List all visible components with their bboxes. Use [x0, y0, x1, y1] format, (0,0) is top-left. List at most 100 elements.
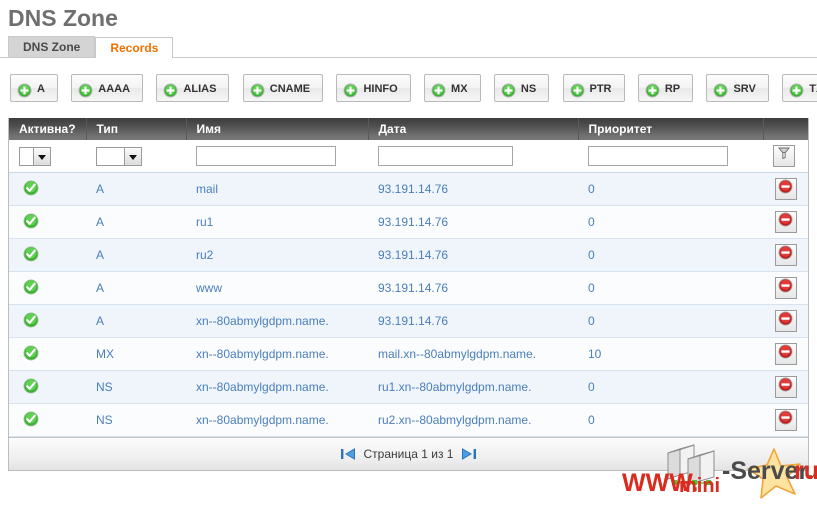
row-actions-cell	[763, 271, 808, 305]
row-name-cell[interactable]: xn--80abmylgdpm.name.	[186, 337, 368, 371]
delete-row-button[interactable]	[774, 310, 797, 332]
tab-records[interactable]: Records	[95, 37, 174, 58]
plus-circle-icon	[163, 81, 178, 98]
add-record-mx-button[interactable]: MX	[424, 74, 481, 102]
row-date-cell[interactable]: 93.191.14.76	[368, 205, 578, 239]
table-row[interactable]: NS xn--80abmylgdpm.name. ru2.xn--80abmyl…	[9, 403, 808, 437]
add-record-rp-label: RP	[664, 82, 681, 95]
filter-row	[9, 140, 808, 173]
row-type-cell: A	[86, 205, 186, 239]
add-record-txt-button[interactable]: TXT	[782, 74, 817, 102]
row-actions-cell	[763, 403, 808, 437]
add-record-ptr-label: PTR	[589, 82, 612, 95]
column-header-type[interactable]: Тип	[86, 118, 187, 140]
record-type-toolbar: A AAAA ALIAS CNAME HINFO MX NS PTR RP SR…	[0, 58, 817, 102]
row-type-cell: A	[86, 172, 186, 206]
green-check-icon	[23, 411, 39, 430]
add-record-a-label: A	[37, 82, 45, 95]
row-name-cell[interactable]: www	[186, 271, 368, 305]
row-name-cell[interactable]: xn--80abmylgdpm.name.	[186, 370, 368, 404]
filter-priority-input[interactable]	[588, 146, 728, 166]
row-active-cell[interactable]	[9, 271, 86, 305]
delete-row-button[interactable]	[774, 409, 797, 431]
plus-circle-icon	[343, 81, 358, 98]
column-header-active[interactable]: Активна?	[9, 118, 87, 140]
row-active-cell[interactable]	[9, 337, 86, 371]
add-record-ptr-button[interactable]: PTR	[562, 74, 625, 102]
row-date-cell[interactable]: 93.191.14.76	[368, 271, 578, 305]
filter-type-select[interactable]	[96, 146, 142, 166]
filter-name-input[interactable]	[196, 146, 336, 166]
column-header-name[interactable]: Имя	[186, 118, 369, 140]
table-row[interactable]: NS xn--80abmylgdpm.name. ru1.xn--80abmyl…	[9, 370, 808, 404]
red-deny-icon	[778, 311, 793, 332]
row-date-cell[interactable]: ru2.xn--80abmylgdpm.name.	[368, 403, 578, 437]
delete-row-button[interactable]	[774, 178, 797, 200]
delete-row-button[interactable]	[774, 211, 797, 233]
add-record-cname-button[interactable]: CNAME	[242, 74, 324, 102]
row-name-cell[interactable]: xn--80abmylgdpm.name.	[186, 304, 368, 338]
records-grid: Активна? Тип Имя Дата Приоритет A mail 9…	[8, 118, 809, 471]
funnel-filter-icon[interactable]	[773, 145, 795, 167]
row-name-cell[interactable]: mail	[186, 172, 368, 206]
add-record-ns-button[interactable]: NS	[493, 74, 550, 102]
row-type-cell: MX	[86, 337, 186, 371]
green-check-icon	[23, 279, 39, 298]
table-row[interactable]: A mail 93.191.14.76 0	[9, 172, 808, 206]
add-record-srv-button[interactable]: SRV	[706, 74, 769, 102]
table-row[interactable]: MX xn--80abmylgdpm.name. mail.xn--80abmy…	[9, 337, 808, 371]
row-type-cell: A	[86, 271, 186, 305]
filter-cell-name	[186, 140, 368, 173]
table-row[interactable]: A ru1 93.191.14.76 0	[9, 205, 808, 239]
filter-date-input[interactable]	[378, 146, 513, 166]
row-date-cell[interactable]: mail.xn--80abmylgdpm.name.	[368, 337, 578, 371]
table-row[interactable]: A ru2 93.191.14.76 0	[9, 238, 808, 272]
filter-cell-priority	[578, 140, 763, 173]
table-row[interactable]: A xn--80abmylgdpm.name. 93.191.14.76 0	[9, 304, 808, 338]
row-actions-cell	[763, 238, 808, 272]
row-date-cell[interactable]: 93.191.14.76	[368, 304, 578, 338]
column-header-date[interactable]: Дата	[368, 118, 579, 140]
plus-circle-icon	[78, 81, 93, 98]
row-actions-cell	[763, 337, 808, 371]
row-active-cell[interactable]	[9, 205, 86, 239]
row-active-cell[interactable]	[9, 304, 86, 338]
row-priority-cell: 0	[578, 205, 763, 239]
delete-row-button[interactable]	[774, 343, 797, 365]
row-name-cell[interactable]: xn--80abmylgdpm.name.	[186, 403, 368, 437]
row-name-cell[interactable]: ru1	[186, 205, 368, 239]
add-record-alias-button[interactable]: ALIAS	[156, 74, 230, 102]
add-record-hinfo-button[interactable]: HINFO	[336, 74, 411, 102]
row-actions-cell	[763, 205, 808, 239]
add-record-rp-button[interactable]: RP	[637, 74, 694, 102]
add-record-a-button[interactable]: A	[10, 74, 58, 102]
delete-row-button[interactable]	[774, 244, 797, 266]
delete-row-button[interactable]	[774, 376, 797, 398]
add-record-aaaa-button[interactable]: AAAA	[71, 74, 144, 102]
row-active-cell[interactable]	[9, 172, 86, 206]
watermark-mini: mini	[679, 475, 720, 497]
add-record-hinfo-label: HINFO	[363, 82, 398, 95]
first-page-arrow-icon[interactable]	[340, 447, 356, 461]
plus-circle-icon	[570, 81, 585, 98]
row-actions-cell	[763, 304, 808, 338]
chevron-down-icon	[124, 147, 141, 165]
filter-active-select[interactable]	[19, 146, 51, 166]
add-record-srv-label: SRV	[733, 82, 756, 95]
delete-row-button[interactable]	[774, 277, 797, 299]
row-active-cell[interactable]	[9, 370, 86, 404]
row-active-cell[interactable]	[9, 238, 86, 272]
plus-circle-icon	[645, 81, 660, 98]
row-date-cell[interactable]: ru1.xn--80abmylgdpm.name.	[368, 370, 578, 404]
grid-footer: Страница 1 из 1	[9, 437, 808, 470]
add-record-ns-label: NS	[520, 82, 537, 95]
last-page-arrow-icon[interactable]	[461, 447, 477, 461]
tab-dns-zone-label: DNS Zone	[23, 40, 81, 54]
row-name-cell[interactable]: ru2	[186, 238, 368, 272]
row-active-cell[interactable]	[9, 403, 86, 437]
column-header-priority[interactable]: Приоритет	[578, 118, 764, 140]
tab-dns-zone[interactable]: DNS Zone	[8, 36, 96, 57]
table-row[interactable]: A www 93.191.14.76 0	[9, 271, 808, 305]
row-date-cell[interactable]: 93.191.14.76	[368, 238, 578, 272]
row-date-cell[interactable]: 93.191.14.76	[368, 172, 578, 206]
